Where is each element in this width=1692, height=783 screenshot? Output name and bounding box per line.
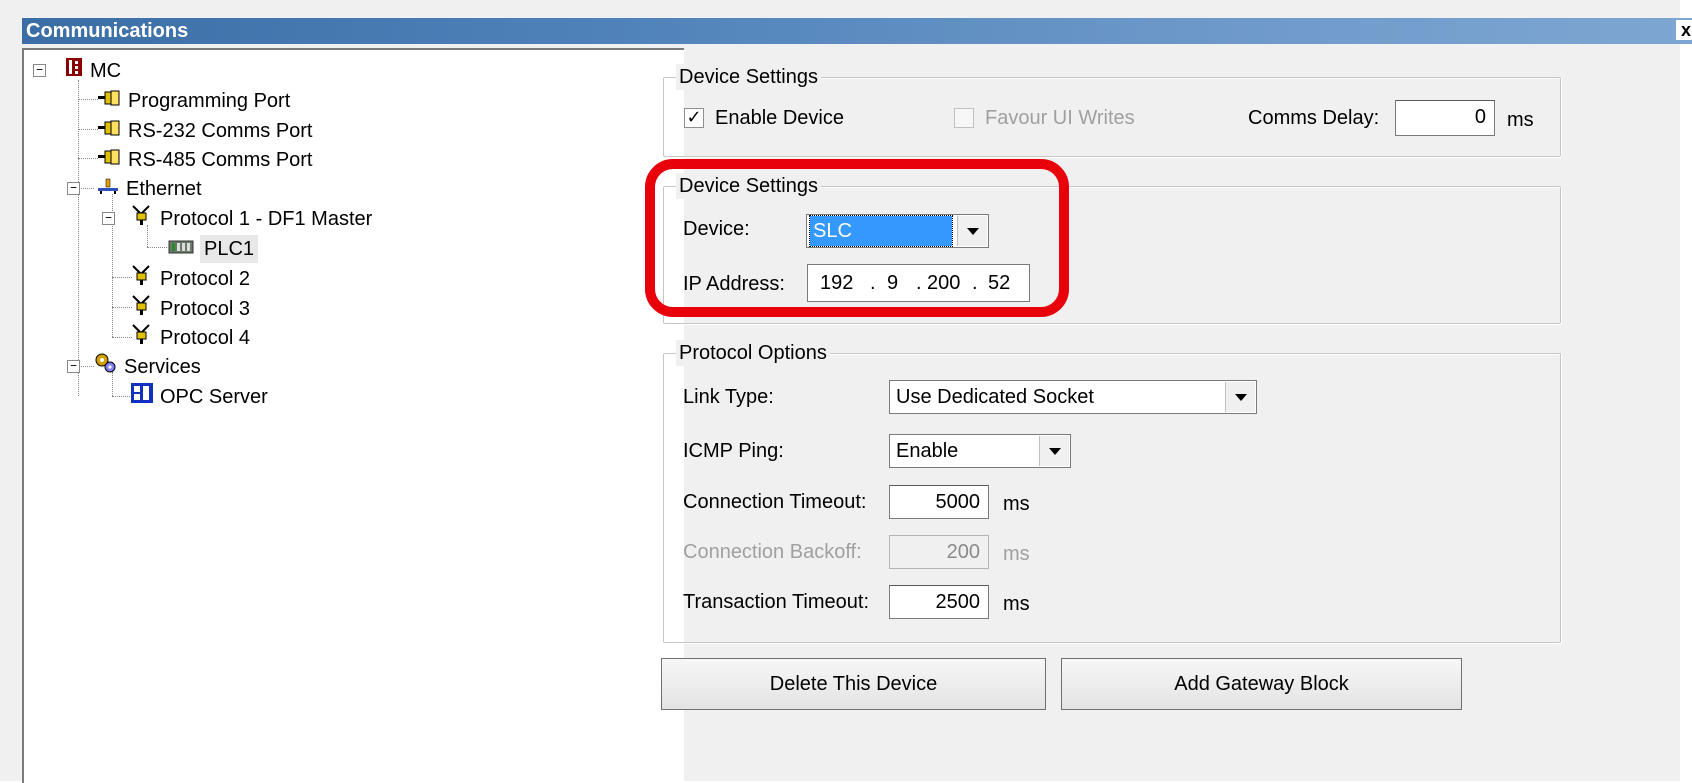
collapse-services-icon[interactable]: − — [67, 360, 80, 373]
connection-backoff-label: Connection Backoff: — [683, 541, 862, 563]
tree-item-plc1[interactable]: PLC1 — [168, 234, 259, 263]
enable-device-checkbox[interactable]: ✓ — [684, 108, 704, 128]
ethernet-network-icon — [96, 175, 120, 203]
plc-device-icon — [168, 235, 194, 263]
ip-octet-1[interactable]: 192 — [820, 269, 853, 297]
gears-icon — [94, 352, 118, 382]
device-select[interactable]: SLC — [806, 214, 989, 248]
tree-item-label: OPC Server — [160, 386, 268, 408]
link-type-value: Use Dedicated Socket — [896, 386, 1094, 408]
tree-item-protocol-3[interactable]: Protocol 3 — [130, 294, 250, 322]
transaction-timeout-input[interactable]: 2500 — [889, 585, 989, 619]
port-plug-icon — [98, 87, 122, 115]
tree-item-protocol-4[interactable]: Protocol 4 — [130, 323, 250, 351]
window-title: Communications — [26, 20, 189, 42]
tree-item-rs485-port[interactable]: RS-485 Comms Port — [98, 145, 313, 173]
tree-item-label: Ethernet — [126, 177, 202, 200]
transaction-timeout-label: Transaction Timeout: — [683, 591, 870, 613]
controller-icon — [64, 57, 84, 85]
tree-item-mc[interactable]: MC — [64, 56, 121, 84]
tree-item-label: RS-232 Comms Port — [128, 119, 313, 142]
protocol-plug-icon — [130, 264, 154, 294]
comms-delay-label: Comms Delay: — [1248, 107, 1380, 129]
device-label: Device: — [683, 218, 750, 240]
tree-item-label: RS-485 Comms Port — [128, 148, 313, 171]
comms-delay-input[interactable]: 0 — [1395, 100, 1495, 136]
close-icon[interactable]: x — [1676, 20, 1692, 40]
tree-item-label: MC — [90, 59, 122, 82]
tree-item-label: Services — [124, 356, 201, 378]
navigation-tree-pane: − − − − MC Programming Port RS-232 Comms… — [22, 48, 684, 783]
ip-octet-4[interactable]: 52 — [988, 269, 1010, 297]
tree-item-label: Protocol 2 — [160, 268, 251, 290]
icmp-ping-select[interactable]: Enable — [889, 434, 1071, 468]
protocol-plug-icon — [130, 294, 154, 324]
chevron-down-icon[interactable] — [1039, 436, 1069, 466]
opc-server-icon — [130, 382, 154, 412]
port-plug-icon — [98, 146, 122, 174]
ip-octet-3[interactable]: 200 — [927, 269, 960, 297]
device-settings-group: Device Settings — [663, 173, 1561, 324]
link-type-select[interactable]: Use Dedicated Socket — [889, 380, 1257, 414]
tree-item-label: PLC1 — [200, 234, 259, 263]
tree-item-label: Protocol 1 - DF1 Master — [160, 208, 373, 230]
transaction-timeout-unit: ms — [1003, 593, 1030, 615]
communications-window: Communications x − − − − MC Programming … — [0, 0, 1692, 783]
add-gateway-block-button[interactable]: Add Gateway Block — [1061, 658, 1462, 710]
port-plug-icon — [98, 117, 122, 145]
delete-device-button[interactable]: Delete This Device — [661, 658, 1046, 710]
connection-backoff-unit: ms — [1003, 543, 1030, 565]
ip-separator: . — [972, 272, 978, 294]
protocol-plug-icon — [130, 204, 154, 234]
connection-timeout-label: Connection Timeout: — [683, 491, 867, 513]
tree-item-label: Protocol 3 — [160, 298, 251, 320]
icmp-ping-value: Enable — [896, 440, 959, 462]
icmp-ping-label: ICMP Ping: — [683, 440, 784, 462]
tree-item-ethernet[interactable]: Ethernet — [96, 174, 202, 202]
device-select-value: SLC — [809, 215, 953, 247]
chevron-down-icon[interactable] — [1225, 382, 1255, 412]
ip-separator: . — [870, 272, 876, 294]
comms-delay-unit: ms — [1507, 109, 1534, 131]
tree-item-services[interactable]: Services — [94, 352, 201, 380]
ip-separator: . — [916, 272, 922, 294]
window-titlebar[interactable]: Communications x — [22, 18, 1692, 44]
tree-item-programming-port[interactable]: Programming Port — [98, 86, 290, 114]
tree-item-protocol-2[interactable]: Protocol 2 — [130, 264, 250, 292]
collapse-ethernet-icon[interactable]: − — [67, 182, 80, 195]
connection-timeout-unit: ms — [1003, 493, 1030, 515]
tree-item-opc-server[interactable]: OPC Server — [130, 382, 268, 410]
ip-address-input[interactable]: 192 . 9 . 200 . 52 — [807, 264, 1030, 302]
enable-device-label: Enable Device — [715, 107, 844, 129]
favour-ui-writes-label: Favour UI Writes — [985, 107, 1135, 129]
tree-item-label: Programming Port — [128, 89, 291, 112]
ip-octet-2[interactable]: 9 — [887, 269, 898, 297]
group-legend: Device Settings — [676, 64, 821, 90]
tree-item-protocol-1[interactable]: Protocol 1 - DF1 Master — [130, 204, 372, 232]
collapse-mc-icon[interactable]: − — [33, 64, 46, 77]
tree-item-label: Protocol 4 — [160, 327, 251, 349]
chevron-down-icon[interactable] — [957, 216, 987, 246]
connection-timeout-input[interactable]: 5000 — [889, 485, 989, 519]
connection-backoff-input[interactable]: 200 — [889, 535, 989, 569]
tree-item-rs232-port[interactable]: RS-232 Comms Port — [98, 116, 313, 144]
collapse-protocol1-icon[interactable]: − — [102, 212, 115, 225]
protocol-plug-icon — [130, 323, 154, 353]
link-type-label: Link Type: — [683, 386, 774, 408]
group-legend: Device Settings — [676, 173, 821, 199]
group-legend: Protocol Options — [676, 340, 830, 366]
ip-address-label: IP Address: — [683, 273, 785, 295]
favour-ui-writes-checkbox[interactable] — [954, 108, 974, 128]
